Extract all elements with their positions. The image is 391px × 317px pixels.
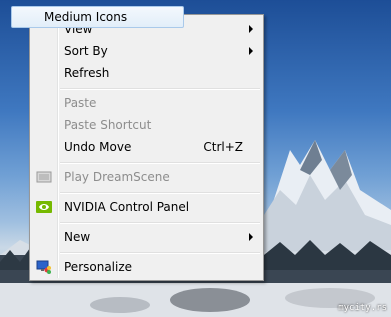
menu-separator: [60, 162, 260, 164]
menu-item-label: Paste: [64, 96, 97, 110]
dreamscene-icon: [36, 171, 52, 183]
menu-item-sort-by[interactable]: Sort By: [32, 40, 261, 62]
menu-item-label: Paste Shortcut: [64, 118, 152, 132]
menu-separator: [60, 222, 260, 224]
menu-item-label: NVIDIA Control Panel: [64, 200, 190, 214]
submenu-arrow-icon: [249, 233, 253, 241]
menu-item-personalize[interactable]: Personalize: [32, 256, 261, 278]
menu-item-label: Refresh: [64, 66, 110, 80]
submenu-arrow-icon: [249, 47, 253, 55]
menu-item-label: Personalize: [64, 260, 133, 274]
submenu-arrow-icon: [249, 25, 253, 33]
menu-separator: [60, 192, 260, 194]
menu-item-paste[interactable]: Paste: [32, 92, 261, 114]
menu-item-label: Undo Move: [64, 140, 132, 154]
menu-item-refresh[interactable]: Refresh: [32, 62, 261, 84]
menu-item-new[interactable]: New: [32, 226, 261, 248]
submenu-item-medium-icons[interactable]: Medium Icons: [11, 6, 184, 28]
menu-item-label: Sort By: [64, 44, 108, 58]
menu-item-paste-shortcut[interactable]: Paste Shortcut: [32, 114, 261, 136]
menu-item-nvidia-control-panel[interactable]: NVIDIA Control Panel: [32, 196, 261, 218]
menu-separator: [60, 252, 260, 254]
menu-item-undo-move[interactable]: Undo Move Ctrl+Z: [32, 136, 261, 158]
desktop-context-menu: View Sort By Refresh Paste Paste Shortcu…: [29, 14, 264, 281]
menu-separator: [60, 88, 260, 90]
menu-item-label: Play DreamScene: [64, 170, 170, 184]
shortcut-text: Ctrl+Z: [203, 140, 243, 154]
nvidia-icon: [36, 201, 52, 213]
menu-item-label: New: [64, 230, 91, 244]
menu-item-play-dreamscene[interactable]: Play DreamScene: [32, 166, 261, 188]
watermark-text: mycity.rs: [338, 303, 387, 313]
personalize-icon: [36, 260, 51, 274]
submenu-item-label: Medium Icons: [44, 10, 128, 24]
